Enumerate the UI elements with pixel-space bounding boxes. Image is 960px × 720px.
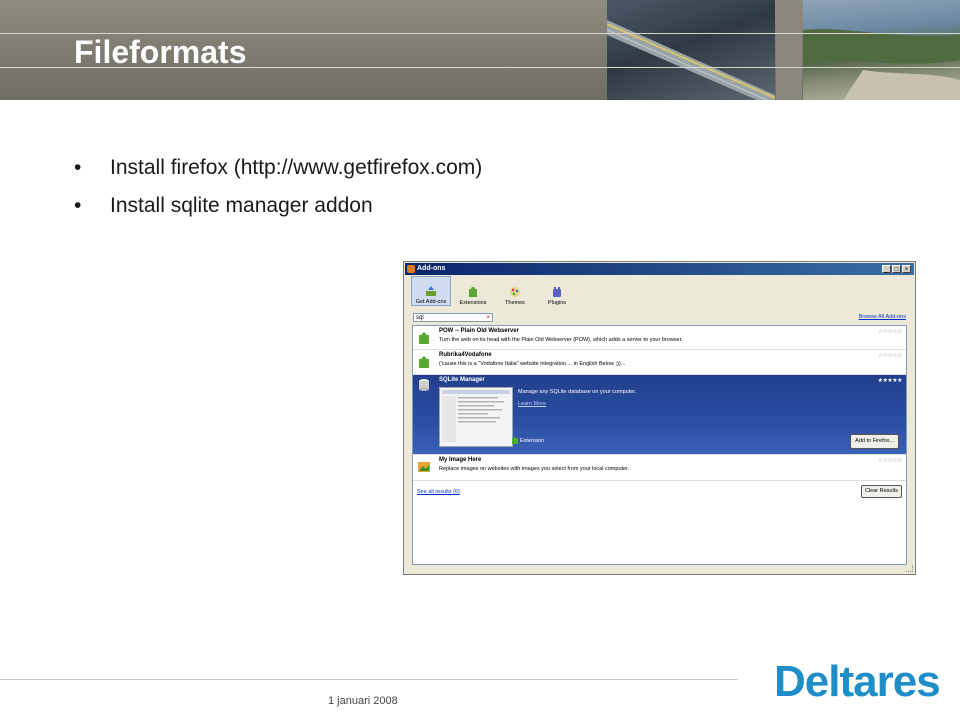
window-title: Add-ons (417, 265, 446, 272)
rating-stars: ☆☆☆☆☆ (877, 458, 903, 464)
tab-label: Extensions (459, 300, 487, 306)
tab-get-addons[interactable]: Get Add-ons (411, 276, 451, 306)
addon-name: SQLite Manager (439, 377, 485, 383)
addons-toolbar: Get Add-ons Extensions Themes Plugins (411, 276, 577, 306)
list-item[interactable]: My Image Here Replace images on websites… (413, 455, 906, 481)
coast-photo-art (803, 28, 960, 100)
plugin-icon (553, 287, 561, 297)
list-item[interactable]: Rubrika4Vodafone ('cause this is a "Voda… (413, 350, 906, 375)
bullet-text: Install sqlite manager addon (110, 194, 373, 217)
window-controls: _ □ × (882, 265, 911, 273)
results-list: POW -- Plain Old Webserver Turn the web … (412, 325, 907, 565)
window-titlebar: Add-ons _ □ × (405, 263, 914, 275)
close-button[interactable]: × (902, 265, 911, 273)
tab-plugins[interactable]: Plugins (537, 276, 577, 306)
bullet-list: • Install firefox (http://www.getfirefox.… (74, 156, 482, 232)
bullet-icon: • (74, 194, 82, 217)
tab-label: Plugins (547, 300, 567, 306)
clear-results-button[interactable]: Clear Results (860, 485, 902, 498)
database-icon (419, 379, 429, 391)
puzzle-piece-icon (419, 356, 429, 368)
palette-icon (510, 287, 520, 297)
list-item[interactable]: POW -- Plain Old Webserver Turn the web … (413, 326, 906, 350)
resize-grip[interactable] (906, 565, 913, 572)
addon-name: Rubrika4Vodafone (439, 352, 492, 358)
browse-all-link[interactable]: Browse All Add-ons (859, 314, 906, 320)
image-icon (418, 462, 430, 472)
bullet-item: • Install firefox (http://www.getfirefox.… (74, 156, 482, 194)
addon-screenshot-thumbnail[interactable] (439, 387, 513, 447)
learn-more-link[interactable]: Learn More (518, 401, 546, 407)
bullet-item: • Install sqlite manager addon (74, 194, 482, 232)
slide-header: Fileformats (0, 0, 960, 100)
rating-stars: ★★★★★ (877, 378, 903, 384)
rating-stars: ☆☆☆☆☆ (877, 353, 903, 359)
search-value: sql (416, 315, 424, 321)
addon-description: Replace images on websites with images y… (439, 466, 630, 472)
tab-label: Themes (505, 300, 525, 306)
maximize-button[interactable]: □ (892, 265, 901, 273)
addon-description: Turn the web on its head with the Plain … (439, 337, 683, 343)
list-item-selected[interactable]: SQLite Manager Manage any SQLite databas… (413, 375, 906, 455)
bridge-photo-art (607, 20, 775, 100)
coast-photo (803, 0, 960, 100)
tab-themes[interactable]: Themes (495, 276, 535, 306)
see-all-results-link[interactable]: See all results (6) (417, 489, 460, 495)
minimize-button[interactable]: _ (882, 265, 891, 273)
footer-date: 1 januari 2008 (328, 695, 398, 707)
addon-type: Extension (520, 438, 545, 444)
clear-search-icon[interactable]: × (486, 314, 490, 323)
download-addon-icon (426, 286, 436, 296)
rating-stars: ☆☆☆☆☆ (877, 329, 903, 335)
addon-description: Manage any SQLite database on your compu… (518, 389, 637, 395)
addon-description: ('cause this is a "Vodafone Italia" webs… (439, 361, 626, 367)
divider-photo (776, 0, 802, 100)
add-to-firefox-button[interactable]: Add to Firefox... (850, 434, 899, 449)
addons-window: Add-ons _ □ × Get Add-ons Extensions The… (403, 261, 916, 575)
page-title: Fileformats (74, 34, 247, 70)
extension-icon (512, 438, 518, 444)
puzzle-piece-icon (419, 332, 429, 344)
deltares-logo: Deltares (774, 657, 941, 706)
bullet-icon: • (74, 156, 82, 179)
bullet-text: Install firefox (http://www.getfirefox.c… (110, 156, 483, 179)
addon-name: My Image Here (439, 457, 482, 463)
tab-label: Get Add-ons (415, 299, 447, 305)
firefox-icon (407, 265, 415, 273)
bridge-photo (607, 0, 775, 100)
puzzle-piece-icon (469, 287, 477, 297)
thumbnail-art (442, 390, 510, 442)
addon-name: POW -- Plain Old Webserver (439, 328, 519, 334)
footer-divider (0, 679, 738, 680)
tab-extensions[interactable]: Extensions (453, 276, 493, 306)
search-input[interactable]: sql × (413, 313, 493, 322)
